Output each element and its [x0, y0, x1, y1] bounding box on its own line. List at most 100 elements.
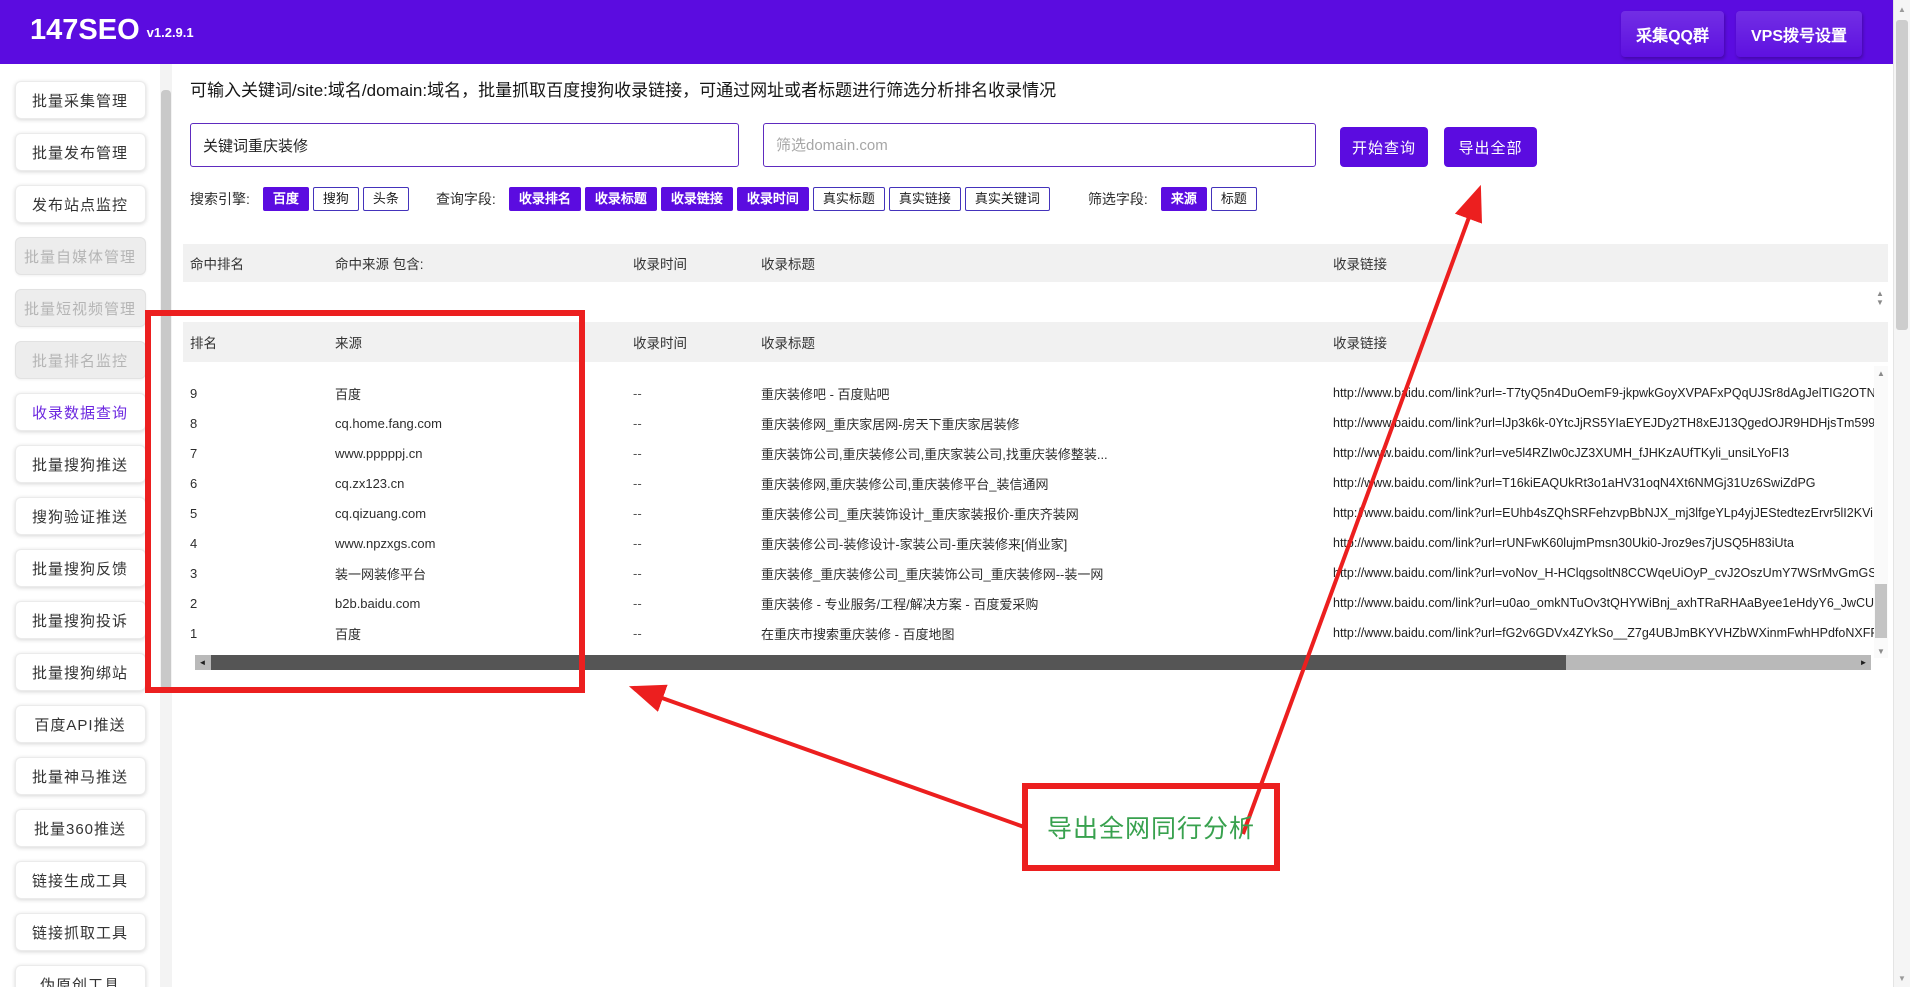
- nav-vps-settings-button[interactable]: VPS拨号设置: [1736, 11, 1862, 57]
- sidebar-item[interactable]: 批量搜狗投诉: [15, 601, 146, 639]
- sidebar-item[interactable]: 搜狗验证推送: [15, 497, 146, 535]
- sidebar-item[interactable]: 伪原创工具: [15, 965, 146, 987]
- cell-rank: 1: [190, 618, 197, 648]
- filter-field-chips: 来源标题: [1161, 187, 1257, 211]
- filter-chip[interactable]: 真实链接: [889, 187, 961, 211]
- filter-chip[interactable]: 搜狗: [313, 187, 359, 211]
- sidebar-item[interactable]: 批量采集管理: [15, 81, 146, 119]
- filter-chip[interactable]: 真实关键词: [965, 187, 1050, 211]
- cell-rank: 4: [190, 528, 197, 558]
- cell-time: --: [633, 438, 642, 468]
- table-row: 8cq.home.fang.com--重庆装修网_重庆家居网-房天下重庆家居装修…: [183, 408, 1888, 438]
- sidebar-item[interactable]: 批量搜狗推送: [15, 445, 146, 483]
- header-bar: 147SEO v1.2.9.1 采集QQ群 VPS拨号设置: [0, 0, 1910, 64]
- sidebar-item[interactable]: 收录数据查询: [15, 393, 146, 431]
- table-row: 5cq.qizuang.com--重庆装修公司_重庆装饰设计_重庆家装报价-重庆…: [183, 498, 1888, 528]
- cell-link[interactable]: http://www.baidu.com/link?url=fG2v6GDVx4…: [1333, 618, 1878, 648]
- table-vscroll-thumb[interactable]: [1875, 584, 1887, 638]
- cell-rank: 7: [190, 438, 197, 468]
- cell-rank: 6: [190, 468, 197, 498]
- annotation-box-callout: [1025, 786, 1277, 868]
- table-row: 4www.npzxgs.com--重庆装修公司-装修设计-家装公司-重庆装修来[…: [183, 528, 1888, 558]
- filter-chip[interactable]: 收录标题: [585, 187, 657, 211]
- filter-chip[interactable]: 标题: [1211, 187, 1257, 211]
- cell-title: 在重庆市搜索重庆装修 - 百度地图: [761, 618, 955, 648]
- table-horizontal-scrollbar[interactable]: ◄ ►: [195, 655, 1871, 670]
- cell-title: 重庆装修公司_重庆装饰设计_重庆家装报价-重庆齐装网: [761, 498, 1079, 528]
- table-outer-header: 命中排名 命中来源 包含: 收录时间 收录标题 收录链接: [183, 244, 1888, 282]
- table-hscroll-thumb[interactable]: [211, 655, 1566, 670]
- page-scrollbar-thumb[interactable]: [1896, 20, 1908, 330]
- version-label: v1.2.9.1: [147, 25, 194, 40]
- sidebar-item: 批量短视频管理: [15, 289, 146, 327]
- sidebar-item[interactable]: 批量搜狗绑站: [15, 653, 146, 691]
- keyword-input[interactable]: [190, 123, 739, 167]
- logo-text: 147SEO: [30, 14, 140, 46]
- annotation-arrow-to-table: [634, 688, 1027, 828]
- cell-source: 装一网装修平台: [335, 558, 426, 588]
- table-vertical-scrollbar[interactable]: ▲ ▼: [1874, 366, 1888, 658]
- cell-link[interactable]: http://www.baidu.com/link?url=lJp3k6k-0Y…: [1333, 408, 1878, 438]
- filter-row: 搜索引擎: 百度搜狗头条 查询字段: 收录排名收录标题收录链接收录时间真实标题真…: [190, 186, 1257, 212]
- filter-chip[interactable]: 真实标题: [813, 187, 885, 211]
- cell-rank: 8: [190, 408, 197, 438]
- sidebar-scrollbar[interactable]: [160, 64, 172, 987]
- stepper-down-icon[interactable]: ▼: [1876, 299, 1884, 307]
- start-query-button[interactable]: 开始查询: [1340, 127, 1428, 167]
- nav-qq-group-button[interactable]: 采集QQ群: [1621, 11, 1724, 57]
- header-nav: 采集QQ群 VPS拨号设置: [1621, 11, 1862, 57]
- cell-link[interactable]: http://www.baidu.com/link?url=voNov_H-HC…: [1333, 558, 1878, 588]
- filter-chip[interactable]: 头条: [363, 187, 409, 211]
- export-all-button[interactable]: 导出全部: [1444, 127, 1537, 167]
- app-logo: 147SEO v1.2.9.1: [30, 13, 194, 50]
- query-field-chips: 收录排名收录标题收录链接收录时间真实标题真实链接真实关键词: [509, 187, 1050, 211]
- table-row: 2b2b.baidu.com--重庆装修 - 专业服务/工程/解决方案 - 百度…: [183, 588, 1888, 618]
- table-row: 9百度--重庆装修吧 - 百度贴吧http://www.baidu.com/li…: [183, 378, 1888, 408]
- cell-source: www.npzxgs.com: [335, 528, 435, 558]
- filter-chip[interactable]: 收录时间: [737, 187, 809, 211]
- table-rows: 9百度--重庆装修吧 - 百度贴吧http://www.baidu.com/li…: [183, 378, 1888, 648]
- sidebar-item: 批量自媒体管理: [15, 237, 146, 275]
- cell-link[interactable]: http://www.baidu.com/link?url=-T7tyQ5n4D…: [1333, 378, 1878, 408]
- filter-chip[interactable]: 来源: [1161, 187, 1207, 211]
- outer-header-index-title: 收录标题: [761, 244, 815, 282]
- outer-header-hit-rank: 命中排名: [190, 244, 244, 282]
- cell-link[interactable]: http://www.baidu.com/link?url=T16kiEAQUk…: [1333, 468, 1816, 498]
- cell-rank: 3: [190, 558, 197, 588]
- cell-title: 重庆装修吧 - 百度贴吧: [761, 378, 890, 408]
- engine-chips: 百度搜狗头条: [263, 187, 409, 211]
- sidebar-item[interactable]: 批量搜狗反馈: [15, 549, 146, 587]
- sidebar-item[interactable]: 百度API推送: [15, 705, 146, 743]
- scroll-up-icon[interactable]: ▲: [1874, 366, 1888, 380]
- sidebar-item[interactable]: 批量360推送: [15, 809, 146, 847]
- page-description: 可输入关键词/site:域名/domain:域名，批量抓取百度搜狗收录链接，可通…: [190, 76, 1056, 101]
- sidebar-item[interactable]: 批量神马推送: [15, 757, 146, 795]
- filter-chip[interactable]: 百度: [263, 187, 309, 211]
- scroll-left-icon[interactable]: ◄: [195, 655, 210, 670]
- cell-rank: 9: [190, 378, 197, 408]
- filter-chip[interactable]: 收录链接: [661, 187, 733, 211]
- sidebar-item[interactable]: 链接抓取工具: [15, 913, 146, 951]
- cell-link[interactable]: http://www.baidu.com/link?url=u0ao_omkNT…: [1333, 588, 1878, 618]
- cell-link[interactable]: http://www.baidu.com/link?url=rUNFwK60lu…: [1333, 528, 1794, 558]
- sidebar-scrollbar-thumb[interactable]: [161, 90, 171, 690]
- inner-header-index-link: 收录链接: [1333, 322, 1387, 362]
- page-scroll-down-icon[interactable]: ▼: [1894, 970, 1910, 986]
- stepper-up-icon[interactable]: ▲: [1876, 290, 1884, 298]
- sidebar-item[interactable]: 发布站点监控: [15, 185, 146, 223]
- sidebar-item[interactable]: 链接生成工具: [15, 861, 146, 899]
- query-fields-label: 查询字段:: [436, 189, 496, 209]
- page-scroll-up-icon[interactable]: ▲: [1894, 1, 1910, 17]
- domain-filter-input[interactable]: [763, 123, 1316, 167]
- filter-chip[interactable]: 收录排名: [509, 187, 581, 211]
- cell-link[interactable]: http://www.baidu.com/link?url=ve5l4RZIw0…: [1333, 438, 1789, 468]
- inner-header-source: 来源: [335, 322, 362, 362]
- scroll-right-icon[interactable]: ►: [1856, 655, 1871, 670]
- sidebar-item[interactable]: 批量发布管理: [15, 133, 146, 171]
- cell-source: cq.zx123.cn: [335, 468, 404, 498]
- table-row: 1百度--在重庆市搜索重庆装修 - 百度地图http://www.baidu.c…: [183, 618, 1888, 648]
- page-scrollbar[interactable]: ▲ ▼: [1893, 0, 1910, 987]
- scroll-down-icon[interactable]: ▼: [1874, 644, 1888, 658]
- cell-time: --: [633, 528, 642, 558]
- cell-link[interactable]: http://www.baidu.com/link?url=EUhb4sZQhS…: [1333, 498, 1878, 528]
